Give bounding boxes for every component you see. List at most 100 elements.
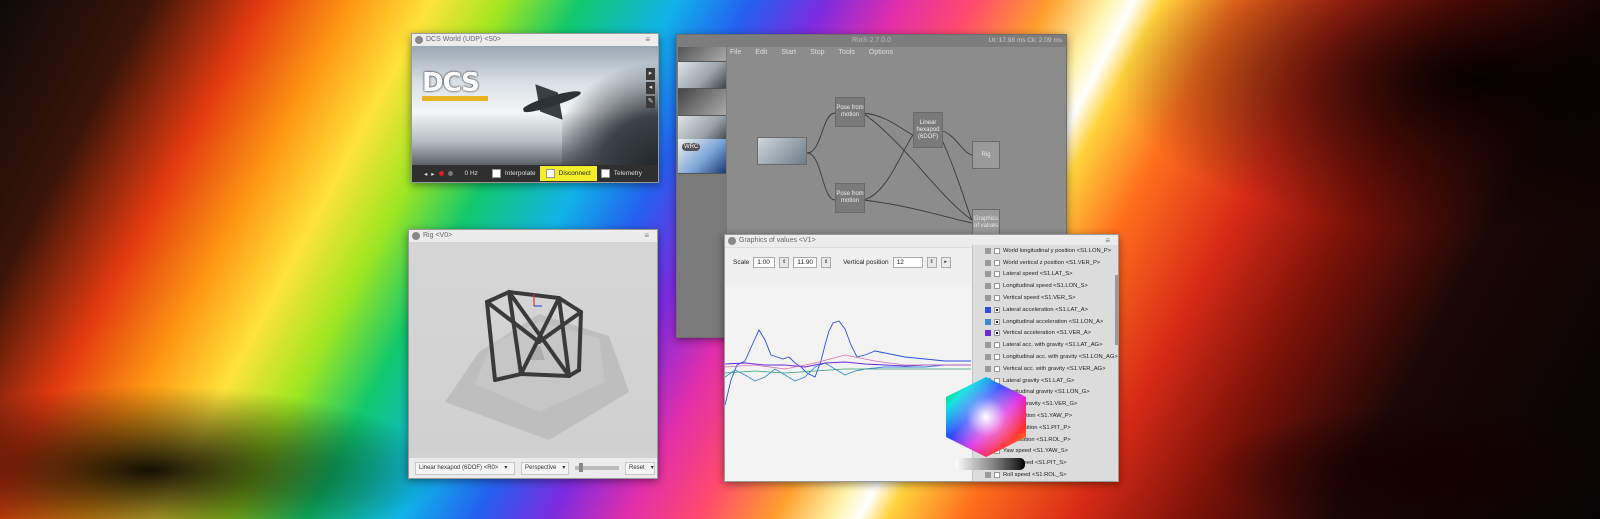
prev-icon[interactable]: ◂ [424,170,427,178]
scale-label: Scale [733,259,750,266]
series-color-swatch[interactable] [985,247,991,254]
hexapod-model [445,289,629,440]
interpolate-checkbox[interactable] [491,169,501,178]
scale-from-input[interactable]: 1:00 [753,257,776,268]
series-checkbox[interactable] [994,330,1000,337]
zoom-slider[interactable] [575,463,619,472]
graph-window-title: Graphics of values <V1> [739,237,816,244]
window-menu-icon[interactable]: ≡ [645,34,654,46]
view-select[interactable]: Perspective ▾ [521,461,569,475]
chevron-down-icon: ▾ [504,464,508,471]
legend-item[interactable]: Longitudinal speed <S1.LON_S> [973,280,1118,292]
stop-icon[interactable] [447,171,453,176]
node-graphics[interactable]: Graphics of values [972,209,1000,237]
color-picker-popup[interactable] [940,375,1032,459]
series-color-swatch[interactable] [985,306,991,313]
disconnect-button[interactable]: Disconnect [539,166,597,181]
series-label: World longitudinal y position <S1.LON_P> [1003,247,1112,254]
vertical-position-label: Vertical position [843,259,889,266]
telemetry-checkbox[interactable] [600,169,610,178]
dcs-window-title: DCS World (UDP) <S0> [426,36,501,43]
graph-plot-area[interactable] [725,285,971,481]
node-rig[interactable]: Rig [972,141,1000,169]
next-icon[interactable]: ▸ [646,68,655,80]
legend-scrollbar[interactable] [1115,275,1118,345]
telemetry-label: Telemetry [613,170,642,177]
series-label: World vertical z position <S1.VER_P> [1003,259,1101,266]
series-checkbox[interactable] [994,247,1000,254]
node-pose-2[interactable]: Pose from motion [835,183,865,213]
series-checkbox[interactable] [994,318,1000,325]
model-select-value: Linear hexapod (6DOF) <R0> [419,464,499,471]
series-label: Lateral speed <S1.LAT_S> [1003,271,1073,278]
vertical-position-input[interactable]: 12 [892,257,923,268]
series-checkbox[interactable] [994,354,1000,361]
series-checkbox[interactable] [994,306,1000,313]
source-node[interactable] [757,137,807,165]
rig-3d-viewport[interactable] [409,242,657,452]
series-checkbox[interactable] [994,472,1000,479]
grayscale-swatches[interactable] [955,458,1025,470]
series-color-swatch[interactable] [985,472,991,479]
series-color-swatch[interactable] [985,342,991,349]
series-label: Lateral acceleration <S1.LAT_A> [1003,306,1088,313]
scale-to-stepper[interactable]: ⇕ [821,257,832,268]
disconnect-checkbox [545,169,555,178]
series-label: Lateral acc. with gravity <S1.LAT_AG> [1003,342,1103,349]
edit-icon[interactable]: ✎ [646,96,655,108]
legend-item[interactable]: Lateral acceleration <S1.LAT_A> [973,304,1118,316]
series-color-swatch[interactable] [985,354,991,361]
series-color-swatch[interactable] [985,330,991,337]
legend-item[interactable]: World longitudinal y position <S1.LON_P> [973,245,1118,257]
slider-knob[interactable] [579,463,583,472]
next-page-icon[interactable]: ▸ [431,170,434,178]
cockpit-image [562,58,658,177]
node-hexapod[interactable]: Linear hexapod (6DOF) [913,112,943,148]
legend-item[interactable]: Lateral acc. with gravity <S1.LAT_AG> [973,339,1118,351]
legend-item[interactable]: Vertical acceleration <S1.VER_A> [973,328,1118,340]
play-icon[interactable]: ▸ [940,257,951,268]
legend-item[interactable]: Longitudinal acceleration <S1.LON_A> [973,316,1118,328]
series-checkbox[interactable] [994,283,1000,290]
app-icon [415,36,423,44]
series-checkbox[interactable] [994,259,1000,266]
scroll-icon[interactable]: ◂ [646,82,655,94]
scale-from-stepper[interactable]: ⇕ [779,257,790,268]
legend-item[interactable]: Longitudinal acc. with gravity <S1.LON_A… [973,351,1118,363]
dcs-world-window[interactable]: DCS World (UDP) <S0> ≡ DCS ▸ ◂ ✎ ◂ ▸ 0 H… [411,33,659,183]
series-color-swatch[interactable] [985,318,991,325]
record-icon[interactable] [438,171,444,176]
series-color-swatch[interactable] [985,259,991,266]
series-checkbox[interactable] [994,295,1000,302]
rig-window[interactable]: Rig <V0> ≡ Linear hexapod (6DOF) <R0> ▾ … [408,229,658,479]
dcs-splash-image: DCS ▸ ◂ ✎ [412,46,658,177]
dcs-logo-bar [422,96,488,101]
vertical-position-stepper[interactable]: ⇕ [926,257,937,268]
reset-select[interactable]: Reset ▾ [625,461,655,475]
legend-item[interactable]: World vertical z position <S1.VER_P> [973,257,1118,269]
series-color-swatch[interactable] [985,365,991,372]
legend-item[interactable]: Vertical speed <S1.VER_S> [973,292,1118,304]
window-menu-icon[interactable]: ≡ [644,230,653,242]
legend-item[interactable]: Roll speed <S1.ROL_S> [973,469,1118,481]
model-select[interactable]: Linear hexapod (6DOF) <R0> ▾ [415,461,515,475]
legend-item[interactable]: Vertical acc. with gravity <S1.VER_AG> [973,363,1118,375]
dcs-logo: DCS [422,68,480,98]
series-label: Vertical acc. with gravity <S1.VER_AG> [1003,365,1106,372]
legend-item[interactable]: Lateral speed <S1.LAT_S> [973,269,1118,281]
series-color-swatch[interactable] [985,271,991,278]
series-color-swatch[interactable] [985,283,991,290]
series-label: Roll speed <S1.ROL_S> [1003,472,1067,479]
node-pose-1[interactable]: Pose from motion [835,97,865,127]
scale-to-input[interactable]: 11.90 [793,257,818,268]
rig-toolbar: Linear hexapod (6DOF) <R0> ▾ Perspective… [409,458,657,478]
series-color-swatch[interactable] [985,295,991,302]
app-icon [728,237,736,245]
series-checkbox[interactable] [994,342,1000,349]
series-checkbox[interactable] [994,365,1000,372]
interpolate-label: Interpolate [504,170,536,177]
graphics-window[interactable]: Graphics of values <V1> ≡ Scale 1:00 ⇕ 1… [724,234,1119,482]
app-icon [412,232,420,240]
series-checkbox[interactable] [994,271,1000,278]
view-select-value: Perspective [525,464,557,471]
